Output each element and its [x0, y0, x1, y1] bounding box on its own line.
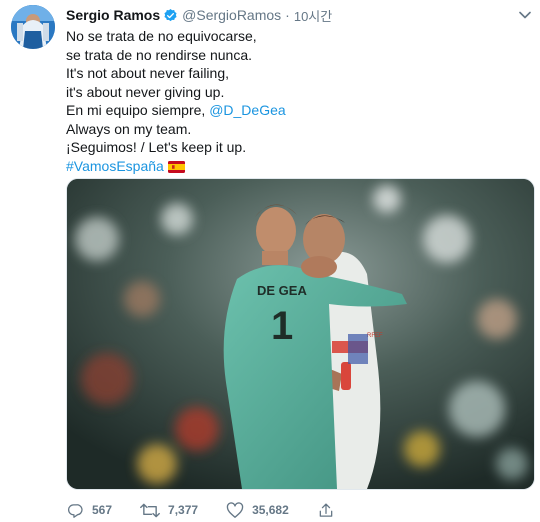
share-icon [319, 502, 333, 517]
jersey-name: DE GEA [257, 283, 307, 298]
heart-icon [226, 501, 244, 518]
sleeve-patch: RFEF [367, 333, 383, 339]
tweet-photo[interactable]: DE GEA 1 RFEF [66, 178, 535, 490]
tweet-text: No se trata de no equivocarse, se trata … [66, 27, 526, 175]
tweet-header: Sergio Ramos @SergioRamos · 10시간 [66, 6, 332, 24]
retweet-button[interactable]: 7,377 [140, 502, 198, 519]
tweet-text-line: It's not about never failing, [66, 65, 229, 81]
reply-button[interactable]: 567 [66, 502, 112, 519]
avatar-image [11, 5, 55, 49]
separator-dot: · [285, 7, 290, 23]
tweet-actions: 567 7,377 35,682 [66, 500, 371, 520]
tweet-text-line: Always on my team. [66, 120, 192, 137]
verified-badge-icon [163, 8, 178, 23]
share-button[interactable] [317, 502, 343, 519]
mention-link[interactable]: @D_DeGea [209, 102, 285, 118]
jersey-number: 1 [271, 304, 293, 348]
retweet-count: 7,377 [168, 503, 199, 517]
avatar[interactable] [11, 5, 55, 49]
tweet-text-line: ¡Seguimos! / Let's keep it up. [66, 139, 247, 155]
like-count: 35,682 [252, 503, 289, 517]
tweet-text-mention-line: En mi equipo siempre, @D_DeGea [66, 101, 526, 120]
spain-flag-icon [167, 159, 185, 173]
photo-hug: DE GEA 1 RFEF [67, 179, 534, 489]
like-button[interactable]: 35,682 [226, 501, 289, 519]
hashtag-link[interactable]: #VamosEspaña [66, 158, 164, 174]
author-handle[interactable]: @SergioRamos [182, 7, 281, 23]
reply-count: 567 [92, 503, 113, 517]
timestamp[interactable]: 10시간 [294, 6, 332, 25]
hashtag-line: #VamosEspaña [66, 157, 526, 176]
chevron-down-icon[interactable] [518, 8, 532, 22]
tweet-text-line: se trata de no rendirse nunca. [66, 46, 253, 63]
tweet: Sergio Ramos @SergioRamos · 10시간 No se t… [0, 0, 540, 522]
reply-icon [68, 503, 83, 518]
mention-prefix: En mi equipo siempre, [66, 102, 210, 118]
retweet-icon [140, 503, 160, 517]
tweet-text-line: No se trata de no equivocarse, [66, 28, 257, 44]
tweet-text-line: it's about never giving up. [66, 83, 225, 100]
author-name[interactable]: Sergio Ramos [66, 7, 160, 23]
